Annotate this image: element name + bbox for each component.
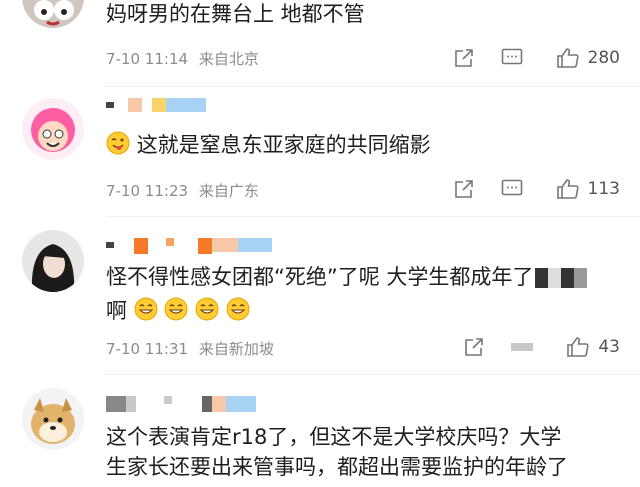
comment-text: 怪不得性感女团都“死绝”了呢 大学生都成年了: [106, 262, 588, 293]
comment-text: 这就是窒息东亚家庭的共同缩影: [106, 130, 431, 161]
comment-actions: 280: [440, 45, 620, 71]
share-button[interactable]: [450, 334, 498, 360]
comment-location: 来自北京: [198, 50, 259, 68]
like-button[interactable]: 280: [556, 47, 620, 69]
avatar[interactable]: [22, 230, 84, 292]
share-button[interactable]: [440, 45, 488, 71]
comment-time: 7-10 11:14: [106, 50, 189, 68]
comment-time: 7-10 11:23: [106, 182, 189, 200]
comment-button[interactable]: [488, 176, 536, 202]
divider: [106, 374, 640, 375]
divider: [106, 86, 640, 87]
comment-text: 这个表演肯定r18了，但这不是大学校庆吗？大学: [106, 425, 562, 449]
comment-meta: 7-10 11:31 来自新加坡: [106, 338, 274, 359]
grin-emoji-icon: [195, 297, 219, 321]
wink-tongue-emoji-icon: [106, 131, 130, 155]
comment-icon: [501, 179, 522, 196]
comment-icon: [501, 48, 522, 65]
like-button[interactable]: 43: [566, 336, 620, 358]
comment-time: 7-10 11:31: [106, 340, 189, 358]
comment-button[interactable]: [498, 334, 546, 360]
comment-location: 来自广东: [198, 182, 259, 200]
grin-emoji-icon: [134, 297, 158, 321]
like-count: 43: [598, 337, 620, 357]
grin-emoji-icon: [226, 297, 250, 321]
avatar[interactable]: [22, 0, 84, 28]
comment-location: 来自新加坡: [198, 340, 274, 358]
share-button[interactable]: [440, 176, 488, 202]
comment-meta: 7-10 11:23 来自广东: [106, 180, 259, 201]
thumbs-up-icon: [556, 48, 579, 68]
comment-text-line2: 啊: [106, 296, 250, 327]
username-masked[interactable]: [106, 98, 206, 114]
mosaic-redaction: [511, 343, 534, 351]
mosaic-redaction: [535, 268, 588, 288]
share-icon: [465, 338, 484, 356]
username-masked[interactable]: [106, 396, 256, 412]
comment-text-line2: 生家长还要出来管事吗，都超出需要监护的年龄了: [106, 455, 568, 479]
share-icon: [454, 49, 473, 67]
thumbs-up-icon: [567, 337, 589, 357]
avatar[interactable]: [22, 98, 84, 160]
comment-actions: 43: [450, 334, 620, 360]
username-masked[interactable]: [106, 238, 272, 254]
comment-meta: 7-10 11:14 来自北京: [106, 48, 259, 69]
share-icon: [454, 180, 473, 198]
comment-button[interactable]: [488, 45, 536, 71]
comment-actions: 113: [440, 176, 620, 202]
like-count: 113: [587, 179, 620, 199]
thumbs-up-icon: [556, 179, 579, 199]
avatar[interactable]: [22, 388, 84, 450]
comment-text: 妈呀男的在舞台上 地都不管: [106, 2, 365, 26]
divider: [106, 216, 640, 217]
like-button[interactable]: 113: [556, 178, 620, 200]
like-count: 280: [587, 48, 620, 68]
grin-emoji-icon: [164, 297, 188, 321]
